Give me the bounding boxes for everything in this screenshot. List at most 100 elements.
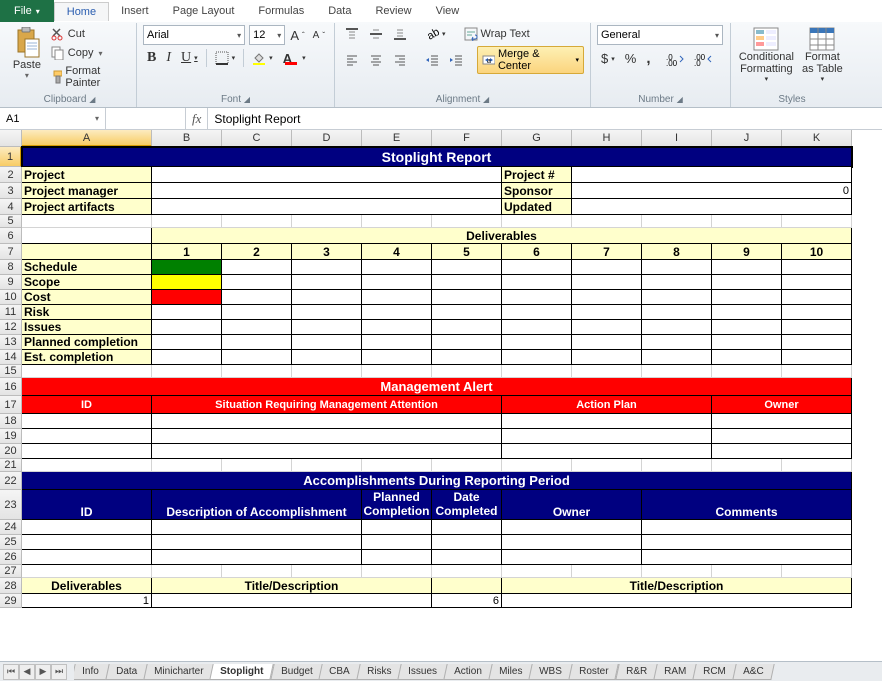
cell[interactable] [222,260,292,275]
cell[interactable] [502,520,642,535]
row-header[interactable]: 5 [0,215,22,228]
cell[interactable] [642,320,712,335]
increase-indent-button[interactable] [445,51,467,69]
sheet-nav-prev[interactable]: ◀ [19,664,35,680]
deliv-num[interactable]: 9 [712,244,782,260]
cell[interactable] [572,290,642,305]
cell[interactable] [432,260,502,275]
row-header[interactable]: 8 [0,260,22,275]
cell[interactable] [152,167,502,183]
cell[interactable] [712,275,782,290]
deliv-num[interactable]: 10 [782,244,852,260]
cell[interactable] [712,444,852,459]
cell[interactable] [432,350,502,365]
cell[interactable] [502,594,852,608]
sheet-tab-rcm[interactable]: RCM [692,664,736,680]
bottom-td2[interactable]: Title/Description [502,578,852,594]
accomp-owner[interactable]: Owner [502,490,642,520]
cell[interactable] [572,199,852,215]
sheet-nav-next[interactable]: ▶ [35,664,51,680]
cell[interactable] [152,305,222,320]
row-header[interactable]: 22 [0,472,22,490]
cell[interactable] [432,520,502,535]
currency-button[interactable]: $▾ [597,49,619,68]
cell[interactable] [222,215,292,228]
cell[interactable] [782,565,852,578]
cell[interactable] [292,459,362,472]
cell[interactable] [502,215,572,228]
accomp-id[interactable]: ID [22,490,152,520]
row-header[interactable]: 28 [0,578,22,594]
cell[interactable] [292,320,362,335]
align-bottom-button[interactable] [389,25,411,43]
cell[interactable] [222,320,292,335]
sheet-tab-cba[interactable]: CBA [319,664,361,680]
cell[interactable] [292,290,362,305]
cell[interactable] [292,350,362,365]
cell[interactable] [222,275,292,290]
sheet-tab-miles[interactable]: Miles [488,664,533,680]
cell[interactable] [502,350,572,365]
cell[interactable] [222,350,292,365]
cell[interactable] [432,578,502,594]
cell[interactable] [642,550,852,565]
accomp-planned[interactable]: Planned Completion [362,490,432,520]
font-name-combo[interactable]: Arial▾ [143,25,245,45]
cell[interactable] [222,459,292,472]
row-header[interactable]: 9 [0,275,22,290]
row-header[interactable]: 19 [0,429,22,444]
cell[interactable] [432,320,502,335]
row-header[interactable]: 18 [0,414,22,429]
cell[interactable] [642,565,712,578]
cell[interactable] [782,275,852,290]
cell[interactable] [152,260,222,275]
cell[interactable] [572,565,642,578]
cell[interactable] [152,365,222,378]
row-header[interactable]: 17 [0,396,22,414]
row-header[interactable]: 11 [0,305,22,320]
cell[interactable] [712,260,782,275]
cell[interactable] [432,335,502,350]
cell[interactable] [292,215,362,228]
mgmt-action[interactable]: Action Plan [502,396,712,414]
cell[interactable] [432,565,502,578]
sheet-tab-wbs[interactable]: WBS [529,664,573,680]
sheet-tab-action[interactable]: Action [444,664,493,680]
cell[interactable] [572,305,642,320]
row-header[interactable]: 23 [0,490,22,520]
cell[interactable] [152,414,502,429]
row-header[interactable]: 13 [0,335,22,350]
cell[interactable] [362,275,432,290]
cell[interactable] [642,305,712,320]
col-header-F[interactable]: F [432,130,502,147]
cell[interactable] [502,429,712,444]
row-header[interactable]: 7 [0,244,22,260]
col-header-A[interactable]: A [22,130,152,147]
label-updated[interactable]: Updated [502,199,572,215]
cell[interactable] [292,565,362,578]
cell[interactable] [362,535,432,550]
increase-decimal-button[interactable]: .0.00 [662,50,688,68]
cell[interactable] [782,320,852,335]
cell[interactable] [712,350,782,365]
col-header-J[interactable]: J [712,130,782,147]
col-header-D[interactable]: D [292,130,362,147]
cell[interactable] [432,215,502,228]
deliverables-header[interactable]: Deliverables [152,228,852,244]
cell[interactable] [642,275,712,290]
worksheet-grid[interactable]: ABCDEFGHIJK 1Stoplight Report2ProjectPro… [0,130,882,608]
cell[interactable] [572,365,642,378]
title-cell[interactable]: Stoplight Report [22,147,852,167]
row-header[interactable]: 15 [0,365,22,378]
row-header[interactable]: 4 [0,199,22,215]
cell[interactable] [152,275,222,290]
sheet-tab-stoplight[interactable]: Stoplight [210,664,275,680]
cell[interactable] [222,290,292,305]
cell[interactable] [222,365,292,378]
label-project-no[interactable]: Project # [502,167,572,183]
cell[interactable] [22,215,152,228]
mgmt-alert-header[interactable]: Management Alert [22,378,852,396]
deliv-num[interactable]: 8 [642,244,712,260]
row-header[interactable]: 29 [0,594,22,608]
row-header[interactable]: 21 [0,459,22,472]
